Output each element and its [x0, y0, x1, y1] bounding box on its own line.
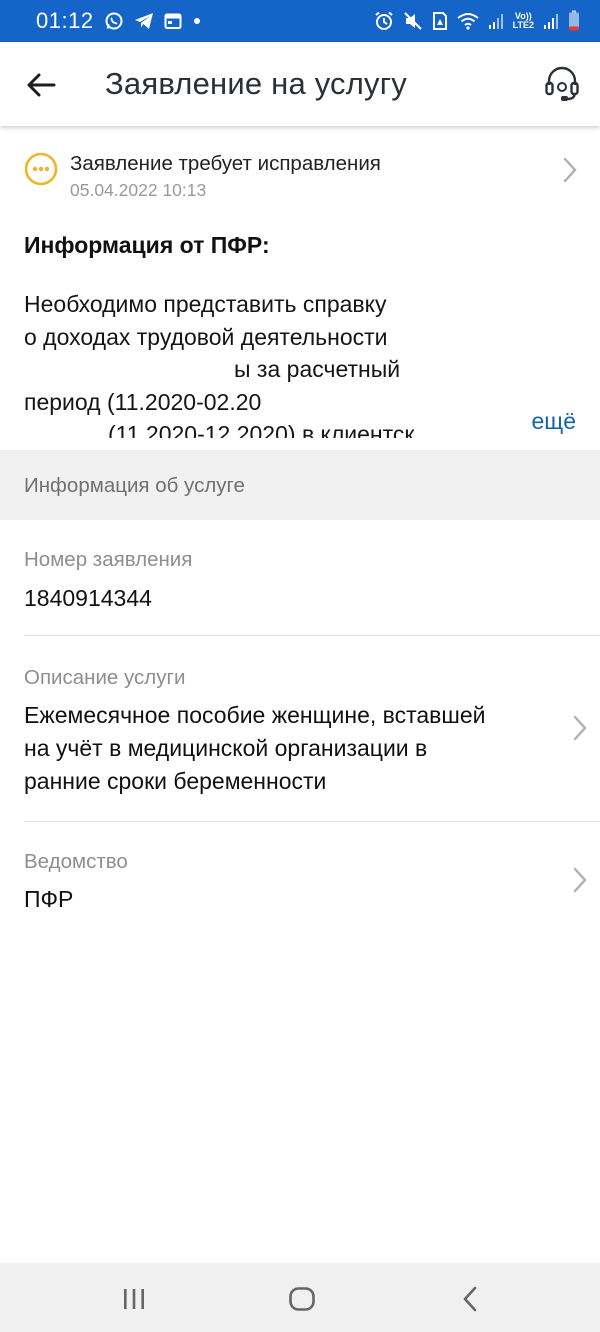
notification-dot-icon — [192, 16, 202, 26]
service-description-label: Описание услуги — [24, 666, 186, 689]
mute-icon — [403, 11, 423, 31]
pfr-info-line: Необходимо представить справку — [24, 291, 387, 317]
back-button[interactable] — [24, 68, 58, 102]
home-button[interactable] — [282, 1283, 322, 1315]
alarm-icon — [374, 11, 394, 31]
pfr-info-text: Необходимо представить справку о доходах… — [24, 288, 524, 438]
battery-icon — [568, 10, 580, 32]
home-icon — [289, 1287, 315, 1311]
section-header-label: Информация об услуге — [24, 474, 245, 497]
application-status-title: Заявление требует исправления — [70, 152, 381, 175]
lte-icon: Vo)) LTE2 — [513, 12, 534, 30]
service-info-section-header: Информация об услуге — [0, 450, 600, 520]
signal-2-icon — [543, 12, 559, 30]
status-time: 01:12 — [36, 8, 94, 33]
application-status-row[interactable]: Заявление требует исправления 05.04.2022… — [0, 140, 600, 204]
pfr-info-line: (11.2020-12.2020) в клиентск — [108, 421, 415, 438]
wifi-icon — [457, 12, 479, 30]
system-navigation-bar — [0, 1263, 600, 1332]
recents-button[interactable] — [114, 1283, 154, 1315]
pfr-info-line: период (11.2020-02.20 — [24, 388, 262, 415]
app-bar: Заявление на услугу — [0, 42, 600, 126]
service-description-value: Ежемесячное пособие женщине, вставшей на… — [24, 699, 486, 798]
department-value: ПФР — [24, 886, 74, 912]
service-description-line: ранние сроки беременности — [24, 768, 327, 794]
chevron-right-icon — [573, 715, 587, 741]
headset-icon — [545, 66, 579, 101]
status-bar-right: Vo)) LTE2 — [374, 10, 580, 32]
ellipsis-circle-icon — [24, 152, 58, 186]
service-description-line: на учёт в медицинской организации в — [24, 735, 428, 761]
more-link[interactable]: ещё — [531, 408, 576, 435]
application-number-value: 1840914344 — [24, 585, 152, 611]
pfr-info-heading: Информация от ПФР: — [24, 232, 270, 258]
pfr-info-line: о доходах трудовой деятельности — [24, 323, 388, 350]
signal-1-icon — [488, 12, 504, 30]
application-status-date: 05.04.2022 10:13 — [70, 180, 207, 200]
support-button[interactable] — [542, 64, 582, 104]
whatsapp-icon — [104, 11, 124, 31]
service-description-field[interactable]: Описание услуги Ежемесячное пособие женщ… — [0, 636, 600, 822]
status-bar: 01:12 Vo)) LTE2 — [0, 0, 600, 42]
chevron-right-icon — [573, 867, 587, 893]
nav-back-icon — [463, 1286, 477, 1312]
department-label: Ведомство — [24, 850, 128, 873]
application-number-field: Номер заявления 1840914344 — [0, 520, 600, 636]
department-field[interactable]: Ведомство ПФР — [0, 822, 600, 932]
telegram-icon — [134, 12, 154, 30]
status-bar-left: 01:12 — [36, 8, 202, 34]
service-description-line: Ежемесячное пособие женщине, вставшей — [24, 702, 486, 728]
lte-label-bottom: LTE2 — [512, 20, 534, 30]
application-number-label: Номер заявления — [24, 548, 193, 571]
arrow-left-icon — [27, 73, 56, 97]
calendar-icon — [164, 12, 182, 30]
page-title: Заявление на услугу — [105, 66, 407, 101]
chevron-right-icon — [563, 157, 577, 183]
nav-back-button[interactable] — [450, 1283, 490, 1315]
pfr-info-line: ы за расчетный — [234, 356, 401, 382]
recents-icon — [124, 1289, 144, 1309]
sim-alert-icon — [432, 11, 448, 31]
application-screen: 01:12 Vo)) LTE2 Заявление на услугу Заяв… — [0, 0, 600, 1332]
